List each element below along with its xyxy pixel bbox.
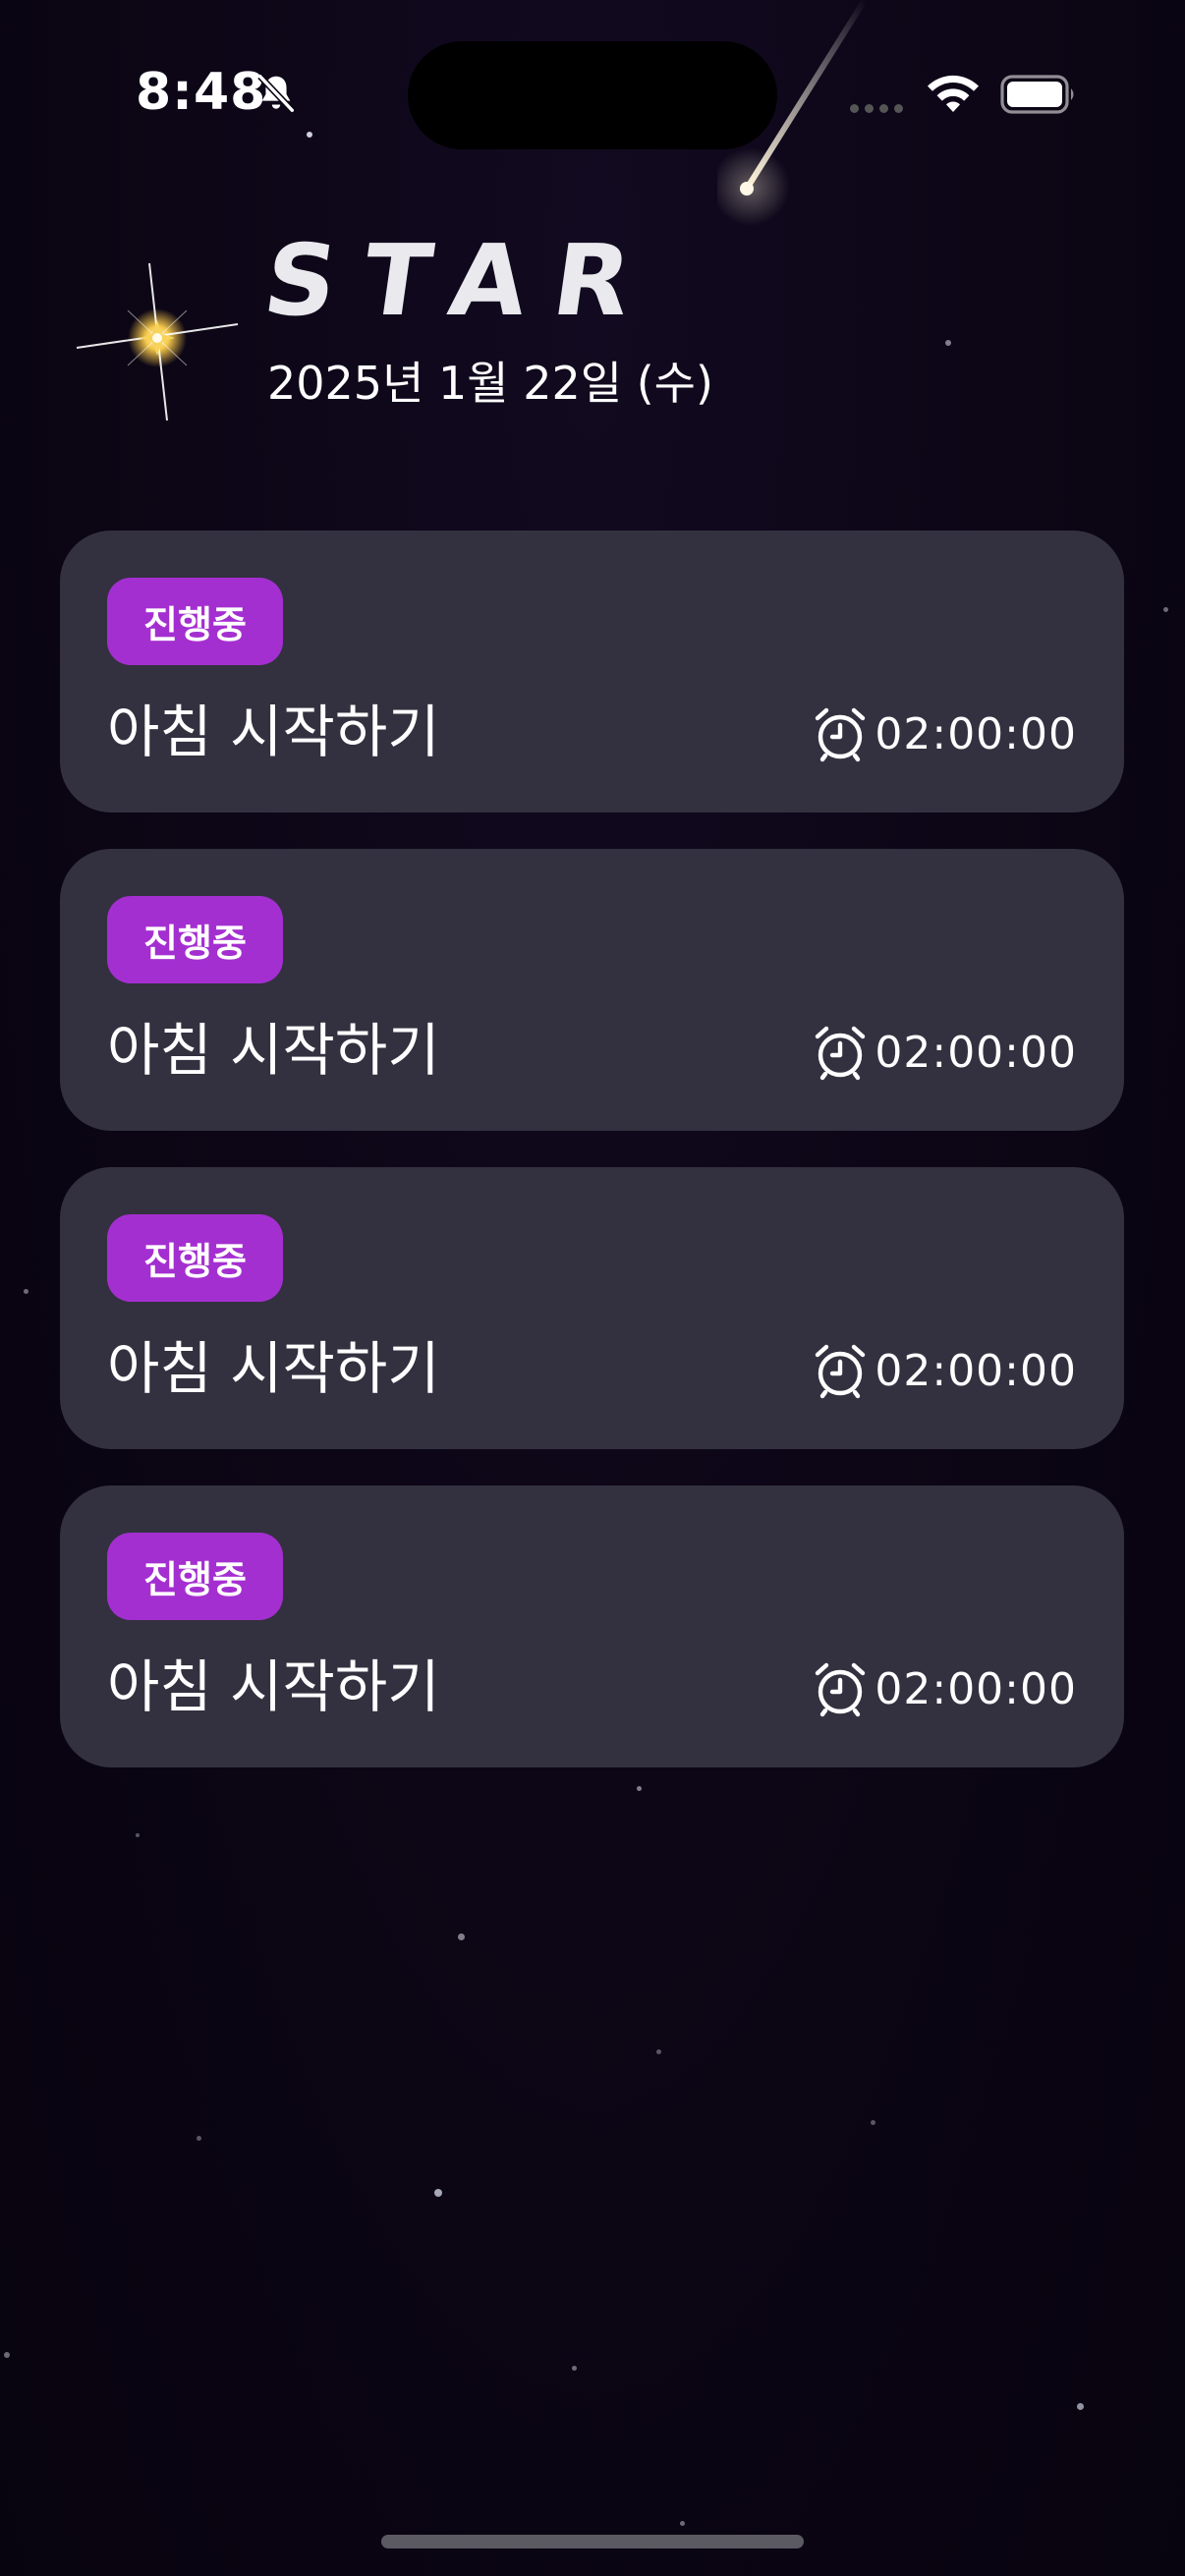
app-title: STAR [256,223,666,338]
background-star [4,2352,10,2358]
background-star [945,340,951,346]
task-list: 진행중 아침 시작하기 02:00:00 진행중 아침 시작하기 02:00:0… [60,531,1124,1804]
task-card[interactable]: 진행중 아침 시작하기 02:00:00 [60,531,1124,812]
home-indicator[interactable] [381,2535,804,2548]
background-star [572,2366,577,2371]
background-star [434,2189,442,2197]
date-label: 2025년 1월 22일 (수) [267,357,713,410]
status-badge: 진행중 [107,896,283,983]
background-star [1077,2403,1084,2410]
wifi-icon [928,75,979,112]
task-title: 아침 시작하기 [107,699,440,765]
app-screen: 8:48 STAR 2025년 1월 22일 (수) 진행중 아침 시작하기 0… [0,0,1185,2576]
status-badge: 진행중 [107,1214,283,1302]
background-star [656,2049,661,2054]
background-star [197,2136,201,2141]
background-star [871,2120,875,2125]
battery-icon [1000,75,1074,114]
background-star [24,1289,28,1294]
alarm-clock-icon [815,1662,866,1717]
task-timer: 02:00:00 [875,709,1077,759]
task-timer: 02:00:00 [875,1664,1077,1714]
status-time: 8:48 [136,63,267,122]
task-timer: 02:00:00 [875,1346,1077,1396]
task-title: 아침 시작하기 [107,1335,440,1402]
task-card[interactable]: 진행중 아침 시작하기 02:00:00 [60,1167,1124,1449]
alarm-clock-icon [815,707,866,762]
background-star [458,1933,465,1940]
status-badge: 진행중 [107,578,283,665]
background-star [136,1833,140,1837]
status-badge: 진행중 [107,1533,283,1620]
task-card[interactable]: 진행중 아침 시작하기 02:00:00 [60,1485,1124,1767]
task-title: 아침 시작하기 [107,1017,440,1084]
background-star [1163,607,1168,612]
background-star [680,2521,685,2526]
task-card[interactable]: 진행중 아침 시작하기 02:00:00 [60,849,1124,1131]
alarm-clock-icon [815,1344,866,1399]
task-timer: 02:00:00 [875,1028,1077,1078]
sparkle-star-icon [76,262,239,421]
task-title: 아침 시작하기 [107,1653,440,1720]
bell-off-icon [257,74,295,113]
status-bar: 8:48 [0,0,1185,196]
alarm-clock-icon [815,1026,866,1081]
dynamic-island [408,41,777,149]
cellular-signal-icon [850,104,903,113]
